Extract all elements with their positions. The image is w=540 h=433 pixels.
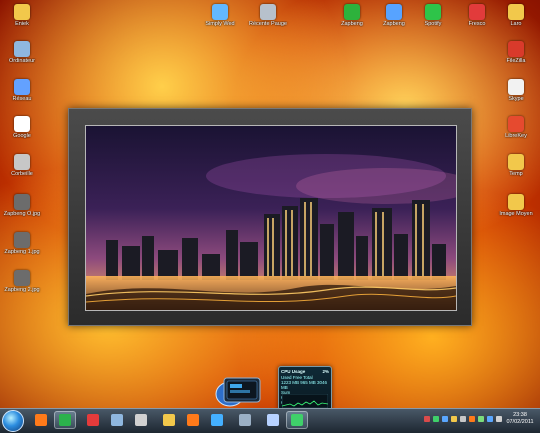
folder-icon (508, 4, 524, 20)
taskbar-firefox[interactable] (30, 411, 52, 429)
desktop-icon-zapbeng-top-1[interactable]: Zapbeng (330, 4, 374, 27)
folder-icon (163, 414, 175, 426)
taskbar-media-player[interactable] (182, 411, 204, 429)
tray-icon-9[interactable] (496, 416, 502, 422)
taskbar-document[interactable] (262, 411, 284, 429)
media-player-icon (187, 414, 199, 426)
weather-gadget[interactable] (212, 372, 266, 408)
app-icon (260, 4, 276, 20)
tray-icon-8[interactable] (487, 416, 493, 422)
app-icon (386, 4, 402, 20)
cpu-gadget-header: CPU Usage 2% (279, 367, 331, 375)
tray-icon-7[interactable] (478, 416, 484, 422)
app-icon (212, 4, 228, 20)
tray-icon-2[interactable] (433, 416, 439, 422)
app-icon (344, 4, 360, 20)
city-photo (86, 126, 456, 310)
clock-date: 07/02/2011 (506, 419, 534, 425)
slideshow-gadget[interactable] (68, 108, 472, 326)
desktop-icon-filezilla[interactable]: FileZilla (494, 41, 538, 64)
gmail-icon (87, 414, 99, 426)
clock[interactable]: 23:38 07/02/2011 (503, 412, 537, 426)
desktop-icon-google[interactable]: Google (0, 116, 44, 139)
firefox-icon (35, 414, 47, 426)
taskbar: 23:38 07/02/2011 (0, 408, 540, 433)
desktop: Eniek Ordinateur Réseau Google Corbeille… (0, 0, 540, 412)
taskbar-gmail[interactable] (82, 411, 104, 429)
desktop-icon-recente-pauge[interactable]: Récente Pauge (246, 4, 290, 27)
gadget-icon (291, 414, 303, 426)
tray-icon-6[interactable] (469, 416, 475, 422)
google-icon (14, 116, 30, 132)
tray-icon-1[interactable] (424, 416, 430, 422)
app-icon (469, 4, 485, 20)
folder-icon (508, 194, 524, 210)
recycle-bin-icon (14, 154, 30, 170)
photos-icon (211, 414, 223, 426)
monitor-icon (239, 414, 251, 426)
taskbar-folder[interactable] (158, 411, 180, 429)
computer-icon (14, 41, 30, 57)
desktop-icon-simply-wed[interactable]: Simply Wed (198, 4, 242, 27)
folder-icon (508, 154, 524, 170)
desktop-icon-zapbeng-1[interactable]: Zapbeng 1.jpg (0, 232, 44, 255)
desktop-icon-ordinateur[interactable]: Ordinateur (0, 41, 44, 64)
cpu-gadget-title: CPU Usage (281, 369, 306, 374)
file-explorer-icon (111, 414, 123, 426)
taskbar-chrome[interactable] (54, 411, 76, 429)
taskbar-gadget[interactable] (286, 411, 308, 429)
taskbar-photos[interactable] (206, 411, 228, 429)
image-file-icon (14, 232, 30, 248)
tray-icon-3[interactable] (442, 416, 448, 422)
spotify-icon (425, 4, 441, 20)
desktop-icon-image-moyen[interactable]: Image Moyen (494, 194, 538, 217)
desktop-icon-fresco[interactable]: Fresco (455, 4, 499, 27)
app-icon (508, 116, 524, 132)
tray-icon-4[interactable] (451, 416, 457, 422)
image-file-icon (14, 194, 30, 210)
desktop-icon-librekey[interactable]: LibreKey (494, 116, 538, 139)
desktop-icon-skype[interactable]: Skype (494, 79, 538, 102)
gadget-graphic (215, 377, 261, 407)
desktop-icon-eniek[interactable]: Eniek (0, 4, 44, 27)
desktop-icon-zapbeng-top-2[interactable]: Zapbeng (372, 4, 416, 27)
desktop-icon-reseau[interactable]: Réseau (0, 79, 44, 102)
clock-time: 23:38 (513, 412, 527, 418)
start-button[interactable] (2, 410, 24, 432)
cpu-graph (282, 394, 328, 408)
desktop-icon-laro[interactable]: Laro (494, 4, 538, 27)
slideshow-photo-frame (85, 125, 457, 311)
desktop-icon-temp[interactable]: Temp (494, 154, 538, 177)
skype-icon (508, 79, 524, 95)
taskbar-monitor[interactable] (234, 411, 256, 429)
cpu-gadget-value: 2% (322, 369, 329, 374)
desktop-icon-corbeille[interactable]: Corbeille (0, 154, 44, 177)
desktop-icon-zapbeng-0[interactable]: Zapbeng O.jpg (0, 194, 44, 217)
document-icon (267, 414, 279, 426)
desktop-icon-zapbeng-2[interactable]: Zapbeng 2.jpg (0, 270, 44, 293)
chrome-icon (59, 414, 71, 426)
taskbar-program-1[interactable] (130, 411, 152, 429)
taskbar-explorer[interactable] (106, 411, 128, 429)
app-icon (135, 414, 147, 426)
cpu-usage-gadget[interactable]: CPU Usage 2% Used Free Total 1223 MB 965… (278, 366, 332, 412)
folder-icon (14, 4, 30, 20)
desktop-icon-spotify[interactable]: Spotify (411, 4, 455, 27)
image-file-icon (14, 270, 30, 286)
tray-icon-5[interactable] (460, 416, 466, 422)
system-tray (424, 416, 502, 422)
network-icon (14, 79, 30, 95)
filezilla-icon (508, 41, 524, 57)
